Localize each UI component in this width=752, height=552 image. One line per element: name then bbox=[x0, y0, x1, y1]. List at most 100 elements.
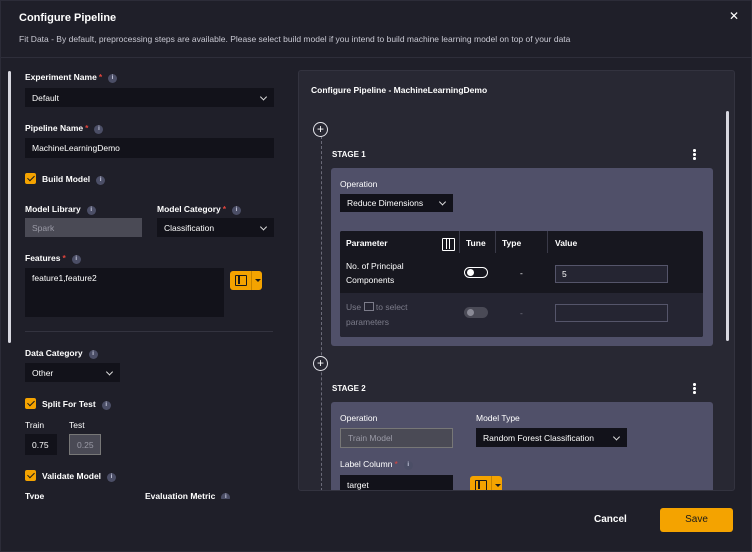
info-icon[interactable]: i bbox=[101, 401, 111, 410]
pipeline-canvas-title: Configure Pipeline - MachineLearningDemo bbox=[311, 85, 488, 95]
select-parameters-hint: Use to select parameters bbox=[346, 302, 408, 327]
parameter-type: - bbox=[520, 268, 523, 278]
configure-pipeline-dialog: Configure Pipeline ✕ Fit Data - By defau… bbox=[0, 0, 752, 552]
data-category-label: Data Category i bbox=[25, 348, 98, 359]
table-row: Use to select parameters - bbox=[340, 293, 703, 337]
data-category-select[interactable]: Other bbox=[25, 363, 120, 382]
stage-2-operation-input: Train Model bbox=[340, 428, 453, 448]
required-mark: * bbox=[394, 459, 398, 469]
stage-1-operation-label: Operation bbox=[340, 179, 378, 189]
caret-down-icon[interactable] bbox=[255, 279, 261, 282]
experiment-name-select[interactable]: Default bbox=[25, 88, 274, 107]
model-type-label: Model Type bbox=[476, 413, 520, 423]
chevron-down-icon bbox=[438, 198, 447, 206]
info-icon[interactable]: i bbox=[86, 206, 96, 215]
train-ratio-input[interactable]: 0.75 bbox=[25, 434, 57, 455]
info-icon[interactable]: i bbox=[71, 255, 81, 264]
close-icon[interactable]: ✕ bbox=[729, 9, 739, 23]
info-icon[interactable]: i bbox=[403, 461, 413, 470]
evaluation-metric-label: Evaluation Metric i bbox=[145, 491, 231, 499]
chevron-down-icon bbox=[259, 92, 268, 101]
tune-toggle[interactable] bbox=[464, 267, 488, 278]
info-icon[interactable]: i bbox=[94, 125, 104, 134]
section-divider bbox=[25, 331, 273, 332]
pipeline-name-input[interactable]: MachineLearningDemo bbox=[25, 138, 274, 158]
header-type: Type bbox=[502, 238, 522, 248]
required-mark: * bbox=[62, 253, 66, 263]
split-for-test-label: Split For Test i bbox=[42, 399, 111, 410]
stage-2-more-icon[interactable] bbox=[693, 383, 696, 395]
save-button[interactable]: Save bbox=[660, 508, 733, 532]
validate-model-label: Validate Model i bbox=[42, 471, 117, 482]
pipeline-form-panel: Experiment Name * i Default Pipeline Name *… bbox=[8, 71, 288, 499]
chevron-down-icon bbox=[105, 367, 114, 376]
parameter-value-input[interactable]: 5 bbox=[555, 265, 668, 283]
model-category-value: Classification bbox=[164, 222, 215, 233]
test-ratio-input: 0.25 bbox=[69, 434, 101, 455]
columns-icon bbox=[235, 275, 247, 286]
dialog-subtitle: Fit Data - By default, preprocessing ste… bbox=[19, 34, 571, 44]
model-library-input: Spark bbox=[25, 218, 142, 237]
add-stage-plus-icon[interactable]: + bbox=[313, 122, 328, 137]
tune-toggle-disabled bbox=[464, 307, 488, 318]
test-label: Test bbox=[69, 420, 85, 430]
label-column-picker-button[interactable] bbox=[470, 476, 502, 490]
experiment-name-label: Experiment Name * i bbox=[25, 72, 118, 83]
label-column-input[interactable]: target bbox=[340, 475, 453, 490]
features-textarea[interactable]: feature1,feature2 bbox=[25, 268, 224, 317]
stage-connector-line bbox=[321, 136, 322, 490]
right-scrollbar[interactable] bbox=[726, 111, 729, 341]
table-row: No. of Principal Components - 5 bbox=[340, 253, 703, 293]
info-icon[interactable]: i bbox=[108, 74, 118, 83]
info-icon[interactable]: i bbox=[232, 206, 242, 215]
header-tune: Tune bbox=[466, 238, 486, 248]
required-mark: * bbox=[222, 204, 227, 214]
column-picker-button[interactable] bbox=[230, 271, 262, 290]
chevron-down-icon bbox=[612, 432, 621, 441]
cancel-button[interactable]: Cancel bbox=[594, 514, 627, 525]
model-library-label: Model Library i bbox=[25, 204, 96, 215]
features-label: Features * i bbox=[25, 253, 81, 264]
info-icon[interactable]: i bbox=[88, 350, 98, 359]
build-model-checkbox[interactable] bbox=[25, 173, 36, 184]
model-type-value: Random Forest Classification bbox=[483, 432, 595, 443]
required-mark: * bbox=[85, 123, 89, 133]
validate-model-checkbox[interactable] bbox=[25, 470, 36, 481]
columns-icon bbox=[475, 480, 487, 490]
stage-1-operation-select[interactable]: Reduce Dimensions bbox=[340, 194, 453, 212]
model-type-select[interactable]: Random Forest Classification bbox=[476, 428, 627, 447]
type-label: Type bbox=[25, 491, 45, 499]
experiment-name-value: Default bbox=[32, 92, 59, 103]
stage-1-label: STAGE 1 bbox=[332, 150, 366, 159]
stage-1-operation-value: Reduce Dimensions bbox=[347, 198, 424, 208]
pipeline-canvas: Configure Pipeline - MachineLearningDemo… bbox=[298, 70, 735, 491]
split-for-test-checkbox[interactable] bbox=[25, 398, 36, 409]
parameter-value-input[interactable] bbox=[555, 304, 668, 322]
stage-2-operation-label: Operation bbox=[340, 413, 378, 423]
parameter-table: Parameter Tune Type Value No. of Princip… bbox=[340, 231, 703, 337]
model-category-select[interactable]: Classification bbox=[157, 218, 274, 237]
columns-icon bbox=[363, 302, 374, 311]
info-icon[interactable]: i bbox=[221, 493, 231, 499]
parameter-type: - bbox=[520, 308, 523, 318]
header-divider bbox=[1, 57, 752, 58]
info-icon[interactable]: i bbox=[107, 473, 117, 482]
model-category-label: Model Category * i bbox=[157, 204, 242, 215]
dialog-title: Configure Pipeline bbox=[19, 12, 117, 24]
label-column-label: Label Column * i bbox=[340, 459, 413, 470]
stage-1-more-icon[interactable] bbox=[693, 149, 696, 161]
header-parameter: Parameter bbox=[346, 238, 388, 248]
build-model-label: Build Model i bbox=[42, 174, 106, 185]
header-value: Value bbox=[555, 238, 578, 248]
left-scrollbar[interactable] bbox=[8, 71, 11, 343]
parameter-table-header: Parameter Tune Type Value bbox=[340, 231, 703, 253]
chevron-down-icon bbox=[259, 222, 268, 231]
add-stage-plus-icon[interactable]: + bbox=[313, 356, 328, 371]
column-select-icon[interactable] bbox=[442, 238, 455, 251]
pipeline-name-label: Pipeline Name * i bbox=[25, 123, 104, 134]
stage-2-card: Operation Train Model Model Type Random … bbox=[331, 402, 713, 490]
required-mark: * bbox=[98, 72, 103, 82]
parameter-name: No. of Principal Components bbox=[346, 261, 404, 285]
info-icon[interactable]: i bbox=[96, 176, 106, 185]
caret-down-icon[interactable] bbox=[495, 484, 501, 487]
